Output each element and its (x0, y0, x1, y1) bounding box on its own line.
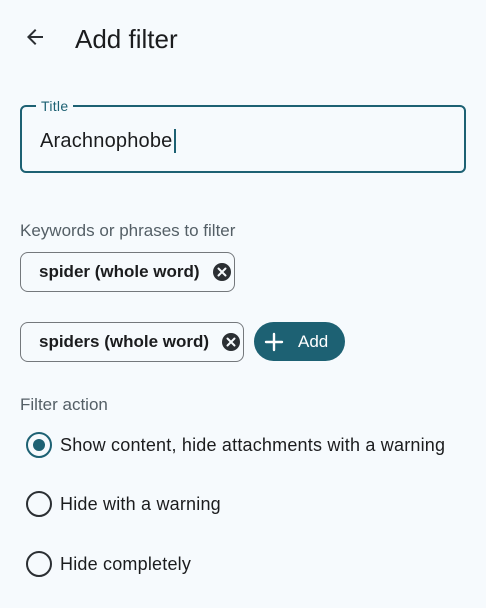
close-circle-icon[interactable] (221, 332, 241, 352)
filter-action-section-label: Filter action (20, 395, 108, 414)
keyword-chip-label: spider (whole word) (39, 262, 200, 281)
title-input[interactable]: Arachnophobe (40, 129, 176, 153)
arrow-back-icon (23, 25, 47, 54)
radio-label: Hide with a warning (60, 493, 221, 514)
radio-button-checked[interactable] (26, 432, 52, 458)
radio-dot (33, 439, 45, 451)
title-field-label: Title (36, 97, 74, 115)
keyword-chip-label: spiders (whole word) (39, 332, 210, 351)
title-input-value: Arachnophobe (40, 130, 173, 152)
text-caret (173, 129, 176, 153)
radio-button[interactable] (26, 551, 52, 577)
title-field[interactable]: Title Arachnophobe (20, 97, 466, 173)
add-button-label: Add (298, 331, 329, 351)
filter-action-option-hide-completely[interactable]: Hide completely (26, 548, 191, 580)
radio-label: Show content, hide attachments with a wa… (60, 434, 446, 455)
back-button[interactable] (18, 22, 52, 56)
close-circle-icon[interactable] (212, 262, 232, 282)
radio-label: Hide completely (60, 553, 192, 574)
page-title: Add filter (75, 24, 178, 54)
app-bar: Add filter (0, 0, 486, 80)
keyword-chip[interactable]: spiders (whole word) (20, 322, 244, 362)
add-keyword-button[interactable]: Add (254, 322, 345, 361)
keywords-section-label: Keywords or phrases to filter (20, 221, 236, 240)
plus-icon (264, 332, 284, 352)
radio-button[interactable] (26, 491, 52, 517)
filter-action-option-warn-attachments[interactable]: Show content, hide attachments with a wa… (26, 429, 445, 461)
keyword-chip[interactable]: spider (whole word) (20, 252, 235, 292)
filter-action-option-hide-warning[interactable]: Hide with a warning (26, 488, 221, 520)
